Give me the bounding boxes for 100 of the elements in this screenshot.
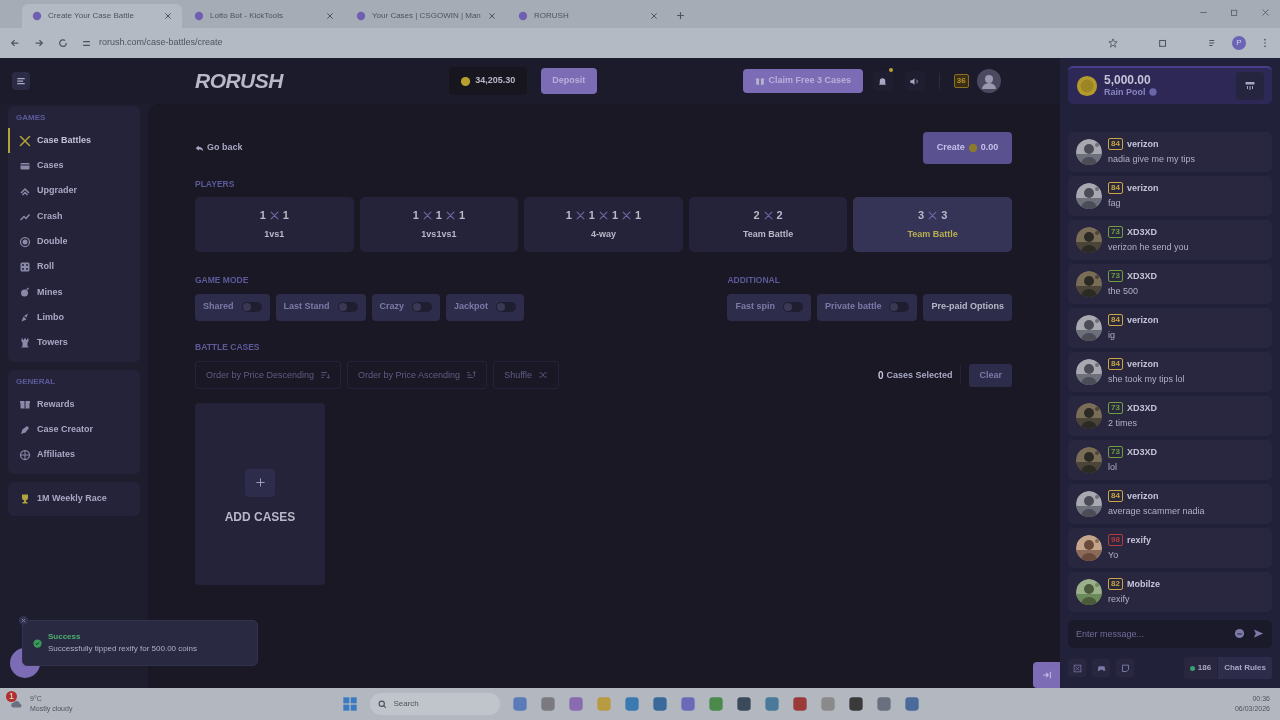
pen-icon [19,423,31,436]
sidebar-item[interactable]: Rewards [8,391,140,417]
new-tab-icon[interactable] [676,11,685,20]
chat-rules-button[interactable]: Chat Rules [1218,657,1272,679]
bookmark-star-icon[interactable] [1108,38,1118,48]
address-bar[interactable]: rorush.com/case-battles/create [99,36,223,50]
collapse-chat-button[interactable] [1033,662,1060,688]
toggle-switch[interactable] [412,302,433,312]
sidebar-item[interactable]: Case Creator [8,416,140,443]
chevrons-icon [19,185,31,198]
level-badge: 84 [1108,182,1123,195]
toggle-switch[interactable] [241,302,262,312]
username[interactable]: XD3XD [1126,445,1157,459]
username[interactable]: verizon [1126,137,1159,151]
section-title: PLAYERS [195,178,236,191]
back-icon[interactable] [10,38,20,48]
extension-icon[interactable] [1158,38,1168,48]
close-icon[interactable] [650,12,658,20]
browser-tab[interactable]: Lotto Bot - KickTools [184,4,344,28]
swords-icon [269,210,279,220]
app-icon[interactable] [904,696,921,712]
username[interactable]: Mobilze [1126,577,1160,591]
prepaid-options-button[interactable]: Pre-paid Options [923,293,1012,321]
logo[interactable]: RORUSH [195,65,283,97]
player-mode-card[interactable]: 1 1 1vs1 [195,196,354,252]
username[interactable]: rexify [1126,533,1151,547]
chat-bubble-icon [1120,663,1130,673]
player-mode-card[interactable]: 1 1 1 1 4-way [524,196,683,252]
notification-badge: 1 [6,691,17,702]
player-mode-card[interactable]: 1 1 1 1vs1vs1 [359,196,519,252]
player-mode-card[interactable]: 3 3 Team Battle [853,196,1012,252]
profile-avatar[interactable]: P [1232,36,1246,50]
sidebar-item[interactable]: Cases [8,153,140,179]
username[interactable]: XD3XD [1126,269,1157,283]
swords-icon [422,210,432,220]
toggle-switch[interactable] [496,302,517,312]
browser-tab[interactable]: RORUSH [508,4,668,28]
balance-display: 34,205.30 [448,67,527,95]
app-icon[interactable] [680,696,697,712]
sort-ascending-icon [466,370,477,381]
section-title: GAMES [15,112,47,124]
app-icon[interactable] [652,696,669,712]
swords-icon [763,210,773,220]
taskbar-search[interactable]: Search [370,693,501,715]
app-icon[interactable] [736,696,753,712]
toggle-switch[interactable] [337,302,358,312]
browser-tab[interactable]: Create Your Case Battle [22,4,182,28]
reload-icon[interactable] [58,38,68,48]
level-badge: 73 [1108,402,1123,415]
sidebar-item[interactable]: Double [8,229,140,255]
menu-button[interactable] [12,72,30,90]
username[interactable]: verizon [1126,181,1159,195]
toggle-switch[interactable] [782,302,803,312]
browser-tab[interactable]: Your Cases | CSGOWIN | Man [346,4,506,28]
twitch-link[interactable] [1116,659,1134,677]
section-title: ADDITIONAL [727,273,781,287]
message-input[interactable]: Enter message... [1068,620,1272,648]
go-back-link[interactable]: Go back [195,141,243,155]
avatar-icon[interactable] [976,69,1001,93]
add-cases-card[interactable]: ADD CASES [195,403,325,586]
username[interactable]: verizon [1126,313,1159,327]
username[interactable]: verizon [1126,489,1159,503]
forward-icon[interactable] [34,38,44,48]
create-button[interactable]: Create 0.00 [923,132,1012,164]
site-settings-icon[interactable] [82,38,91,48]
send-icon[interactable] [1253,628,1264,639]
x-link[interactable] [1068,659,1086,677]
section-title: GAME MODE [195,273,250,287]
username[interactable]: verizon [1126,357,1159,371]
shuffle-icon [538,370,548,381]
discord-link[interactable] [1092,659,1110,677]
username[interactable]: XD3XD [1126,225,1157,239]
toast-close-button[interactable] [19,616,28,625]
sidebar-item[interactable]: Upgrader [8,178,140,204]
rain-button[interactable] [1236,72,1264,100]
sound-button[interactable] [904,71,925,91]
sidebar-item[interactable]: Towers [8,330,140,356]
toggle-switch[interactable] [889,302,910,312]
restore-icon[interactable] [1230,8,1239,17]
app-icon[interactable] [792,696,809,712]
close-icon[interactable] [326,12,334,20]
app-icon[interactable] [876,696,893,712]
close-icon[interactable] [1261,8,1270,17]
check-circle-icon [33,638,42,648]
username[interactable]: XD3XD [1126,401,1157,415]
sidebar-item[interactable]: Affiliates [8,442,140,468]
sidebar-item[interactable]: Limbo [8,305,140,331]
emoji-icon[interactable] [1234,628,1245,639]
close-icon[interactable] [488,12,496,20]
close-icon[interactable] [164,12,172,20]
notifications-button[interactable] [872,71,893,91]
favicon-icon [356,11,366,21]
sidebar-item[interactable]: Crash [8,203,140,230]
app-icon[interactable] [848,696,865,712]
sidebar-item[interactable]: Case Battles [8,128,140,154]
sidebar-item[interactable]: Mines [8,279,140,306]
player-mode-card[interactable]: 2 2 Team Battle [688,196,848,252]
sidebar-item[interactable]: Roll [8,254,140,280]
windows-logo-icon[interactable] [342,696,359,712]
weekly-race-link[interactable]: 1M Weekly Race [8,481,140,516]
